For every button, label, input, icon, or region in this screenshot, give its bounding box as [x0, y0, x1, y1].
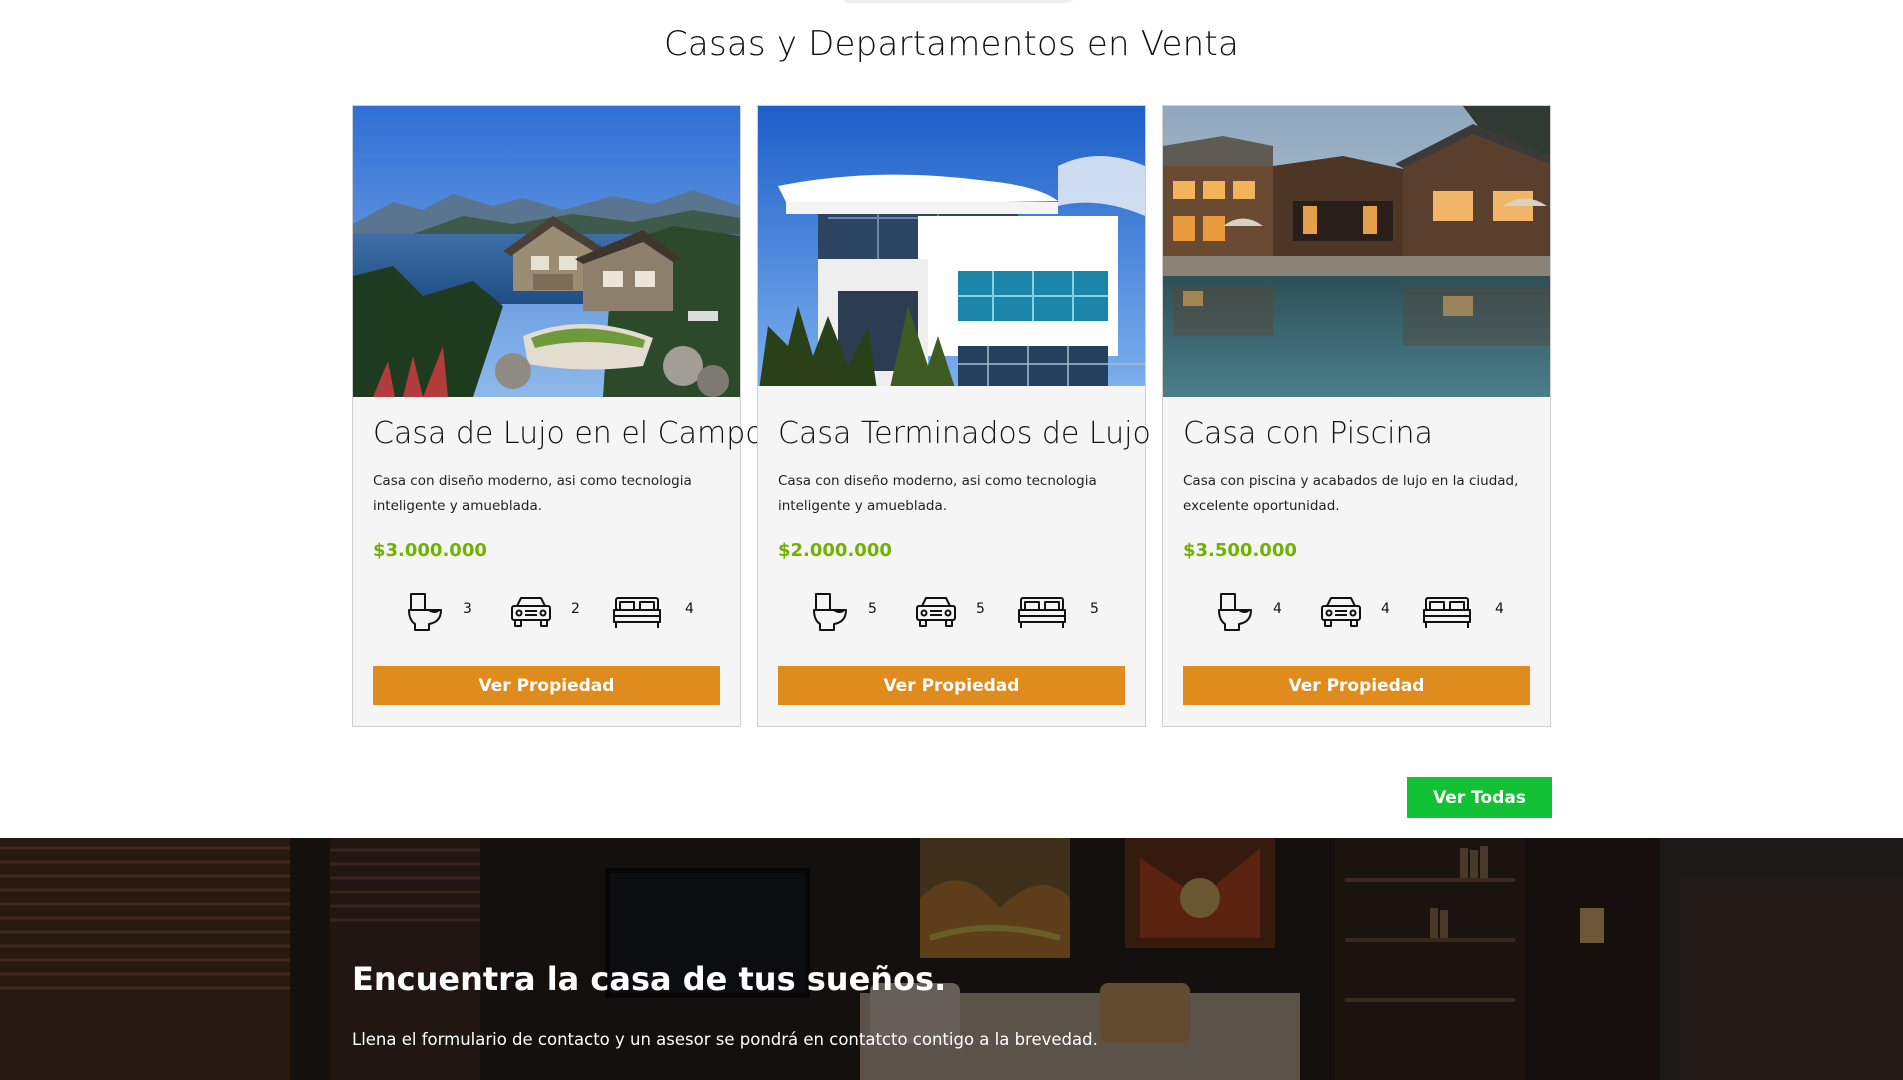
property-description: Casa con diseño moderno, asi como tecnol… [373, 473, 692, 514]
car-icon [1321, 597, 1361, 627]
property-image[interactable] [758, 106, 1145, 397]
property-amenities: 3 2 4 [353, 586, 740, 636]
property-card: Casa con Piscina Casa con piscina y acab… [1162, 105, 1551, 727]
banner-text: Llena el formulario de contacto y un ase… [352, 1030, 1098, 1049]
top-edge-tab [842, 0, 1074, 2]
see-all-button[interactable]: Ver Todas [1407, 777, 1552, 818]
view-property-button[interactable]: Ver Propiedad [373, 666, 720, 705]
bathrooms-count: 4 [1273, 601, 1282, 617]
bathrooms-count: 5 [868, 601, 877, 617]
property-card: Casa de Lujo en el Campo Casa con diseño… [352, 105, 764, 727]
property-amenities: 4 4 4 [1163, 586, 1550, 636]
bed-icon [613, 597, 661, 628]
bed-icon [1018, 597, 1066, 628]
property-amenities: 5 5 5 [758, 586, 1145, 636]
property-price: $3.500.000 [1183, 540, 1297, 561]
section-title: Casas y Departamentos en Venta [663, 24, 1239, 64]
property-image[interactable] [1163, 106, 1550, 397]
bedrooms-count: 5 [1090, 601, 1099, 617]
bed-icon [1423, 597, 1471, 628]
parking-count: 5 [976, 601, 985, 617]
view-property-button[interactable]: Ver Propiedad [778, 666, 1125, 705]
property-price: $3.000.000 [373, 540, 487, 561]
parking-count: 4 [1381, 601, 1390, 617]
property-description: Casa con piscina y acabados de lujo en l… [1183, 473, 1519, 514]
property-card: Casa Terminados de Lujo Casa con diseño … [757, 105, 1151, 727]
car-icon [511, 597, 551, 627]
toilet-icon [813, 593, 847, 631]
property-title: Casa con Piscina [1183, 416, 1433, 451]
bedrooms-count: 4 [1495, 601, 1504, 617]
bedrooms-count: 4 [685, 601, 694, 617]
bathrooms-count: 3 [463, 601, 472, 617]
property-title: Casa de Lujo en el Campo [373, 416, 764, 451]
car-icon [916, 597, 956, 627]
toilet-icon [1218, 593, 1252, 631]
property-price: $2.000.000 [778, 540, 892, 561]
banner-title: Encuentra la casa de tus sueños. [352, 960, 947, 998]
property-title: Casa Terminados de Lujo [778, 416, 1151, 451]
parking-count: 2 [571, 601, 580, 617]
view-property-button[interactable]: Ver Propiedad [1183, 666, 1530, 705]
property-description: Casa con diseño moderno, asi como tecnol… [778, 473, 1097, 514]
contact-banner: Encuentra la casa de tus sueños. Llena e… [0, 838, 1903, 1080]
toilet-icon [408, 593, 442, 631]
property-image[interactable] [353, 106, 740, 397]
